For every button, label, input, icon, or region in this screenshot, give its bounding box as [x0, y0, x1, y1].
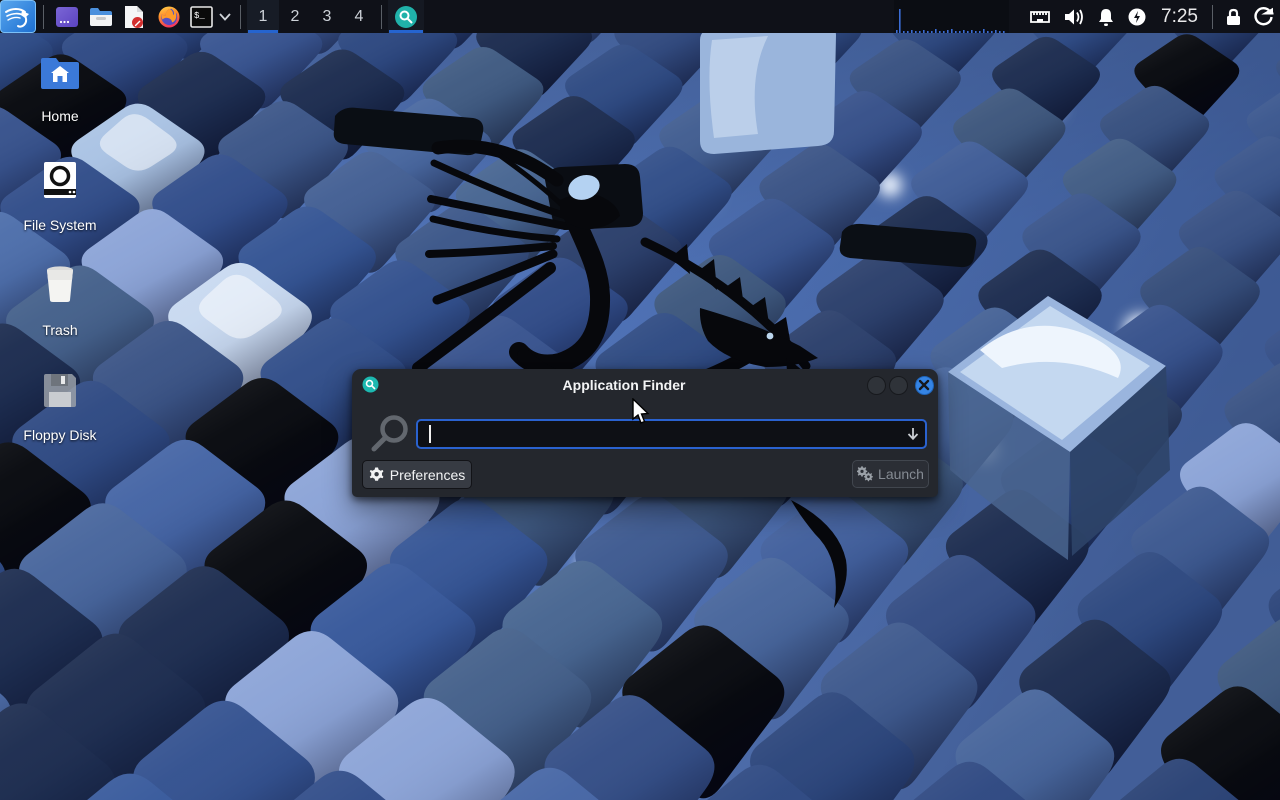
- svg-text:$_: $_: [194, 11, 205, 21]
